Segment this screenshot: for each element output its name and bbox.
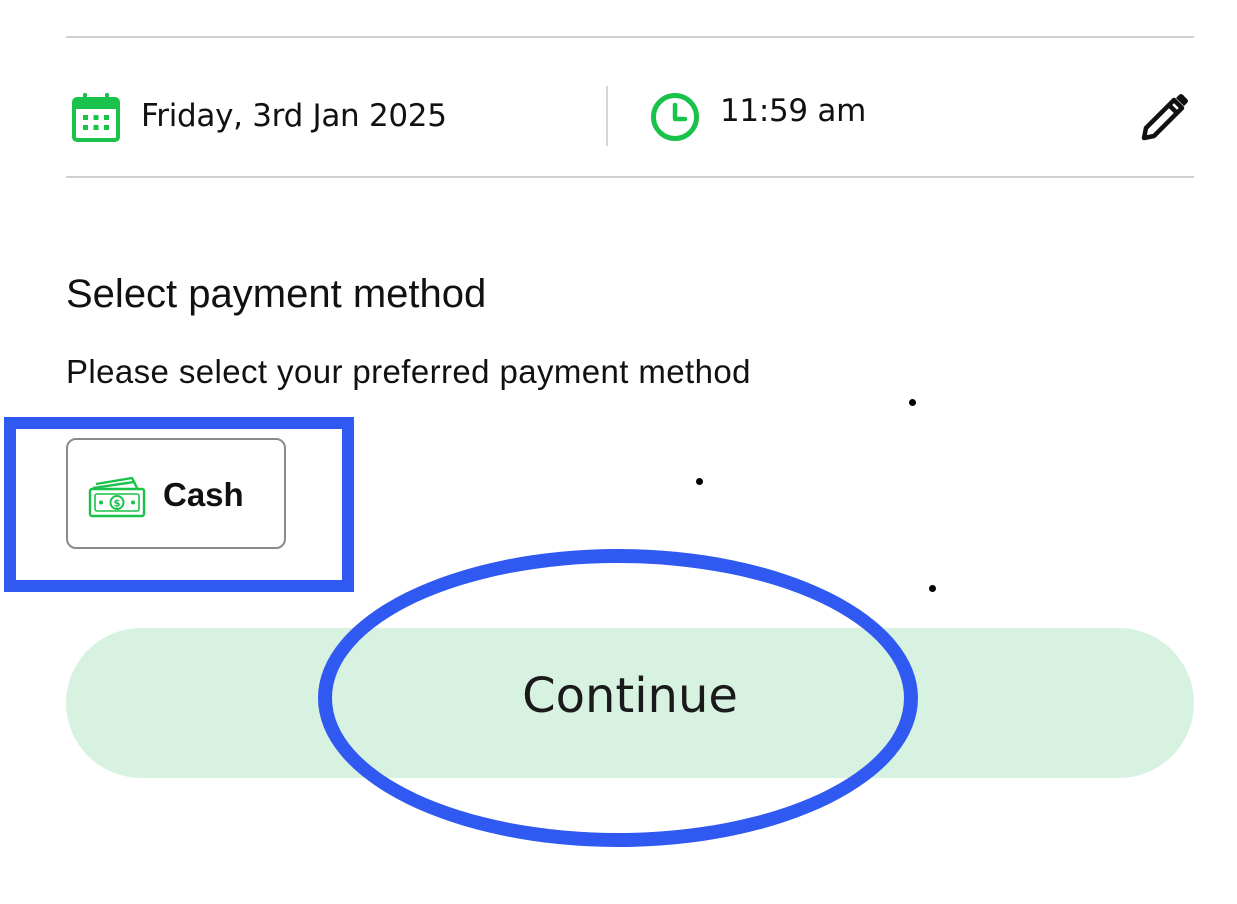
stray-dot (929, 585, 936, 592)
continue-button[interactable]: Continue (66, 628, 1194, 778)
row-separator (606, 86, 608, 146)
clock-icon (651, 93, 699, 141)
stray-dot (909, 399, 916, 406)
payment-option-cash[interactable]: $ Cash (66, 438, 286, 549)
bottom-divider (66, 176, 1194, 178)
selected-date: Friday, 3rd Jan 2025 (141, 98, 447, 134)
pencil-icon[interactable] (1138, 92, 1190, 144)
payment-subtitle: Please select your preferred payment met… (66, 353, 751, 390)
stray-dot (696, 478, 703, 485)
selected-time: 11:59 am (720, 93, 866, 129)
payment-title: Select payment method (66, 272, 487, 316)
payment-option-label: Cash (163, 476, 244, 513)
calendar-icon (72, 93, 120, 142)
svg-text:$: $ (114, 499, 121, 510)
cash-icon: $ (88, 476, 146, 518)
continue-label: Continue (522, 668, 738, 724)
schedule-row: Friday, 3rd Jan 2025 11:59 am (66, 38, 1194, 176)
